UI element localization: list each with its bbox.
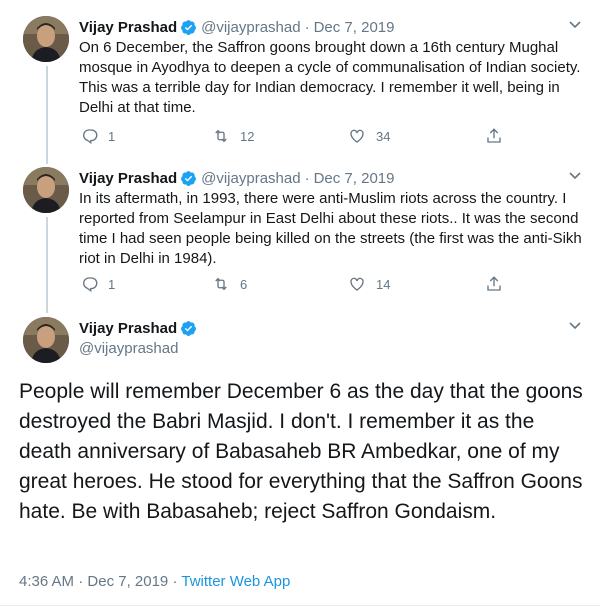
avatar[interactable] xyxy=(23,16,69,62)
share-icon xyxy=(487,128,501,143)
author-name[interactable]: Vijay Prashad xyxy=(79,170,177,187)
verified-badge-icon xyxy=(180,320,197,337)
chevron-down-icon[interactable] xyxy=(568,169,582,183)
author-block: Vijay Prashad @vijayprashad xyxy=(79,317,201,359)
tweet-time[interactable]: 4:36 AM xyxy=(19,573,74,590)
verified-badge-icon xyxy=(180,170,197,187)
tweet-date[interactable]: Dec 7, 2019 xyxy=(314,170,395,187)
tweet-header: Vijay Prashad @vijayprashad · Dec 7, 201… xyxy=(79,16,394,38)
like-icon xyxy=(350,277,364,291)
reply-button[interactable]: 1 xyxy=(81,275,115,293)
verified-badge-icon xyxy=(180,19,197,36)
separator: · xyxy=(304,169,310,187)
separator: · xyxy=(172,573,178,590)
share-button[interactable] xyxy=(485,127,512,145)
like-count: 34 xyxy=(376,128,391,144)
avatar[interactable] xyxy=(23,167,69,213)
retweet-button[interactable]: 12 xyxy=(211,127,254,145)
bottom-divider xyxy=(0,605,600,606)
reply-icon xyxy=(83,129,98,145)
share-button[interactable] xyxy=(485,275,512,293)
focused-tweet: Vijay Prashad @vijayprashad People will … xyxy=(0,317,600,607)
author-handle[interactable]: @vijayprashad xyxy=(201,170,300,187)
retweet-count: 6 xyxy=(240,276,248,292)
retweet-count: 12 xyxy=(240,128,255,144)
thread-tweet[interactable]: Vijay Prashad @vijayprashad · Dec 7, 201… xyxy=(0,167,600,307)
tweet-meta: 4:36 AM · Dec 7, 2019 · Twitter Web App xyxy=(19,573,290,590)
avatar[interactable] xyxy=(23,317,69,363)
separator: · xyxy=(304,18,310,36)
like-count: 14 xyxy=(376,276,391,292)
retweet-icon xyxy=(215,277,227,291)
author-name-row: Vijay Prashad xyxy=(79,317,201,339)
reply-count: 1 xyxy=(108,276,116,292)
like-button[interactable]: 14 xyxy=(347,275,390,293)
thread-tweet[interactable]: Vijay Prashad @vijayprashad · Dec 7, 201… xyxy=(0,16,600,156)
reply-icon xyxy=(83,277,98,293)
author-handle[interactable]: @vijayprashad xyxy=(201,19,300,36)
focused-tweet-text: People will remember December 6 as the d… xyxy=(19,380,583,523)
tweet-text: In its aftermath, in 1993, there were an… xyxy=(79,190,582,267)
separator: · xyxy=(78,573,84,590)
share-icon xyxy=(487,276,501,291)
reply-count: 1 xyxy=(108,128,116,144)
tweet-text: On 6 December, the Saffron goons brought… xyxy=(79,39,581,116)
author-name[interactable]: Vijay Prashad xyxy=(79,19,177,36)
retweet-icon xyxy=(215,129,227,143)
author-name[interactable]: Vijay Prashad xyxy=(79,320,177,337)
chevron-down-icon[interactable] xyxy=(568,319,582,333)
source-app-link[interactable]: Twitter Web App xyxy=(181,573,290,590)
tweet-date[interactable]: Dec 7, 2019 xyxy=(314,19,395,36)
tweet-header: Vijay Prashad @vijayprashad · Dec 7, 201… xyxy=(79,167,394,189)
tweet-date[interactable]: Dec 7, 2019 xyxy=(87,573,168,590)
retweet-button[interactable]: 6 xyxy=(211,275,247,293)
like-button[interactable]: 34 xyxy=(347,127,390,145)
tweet-actions: 1 12 34 xyxy=(79,126,519,146)
author-handle[interactable]: @vijayprashad xyxy=(79,339,201,359)
like-icon xyxy=(350,129,364,143)
chevron-down-icon[interactable] xyxy=(568,18,582,32)
tweet-actions: 1 6 14 xyxy=(79,274,519,294)
reply-button[interactable]: 1 xyxy=(81,127,115,145)
